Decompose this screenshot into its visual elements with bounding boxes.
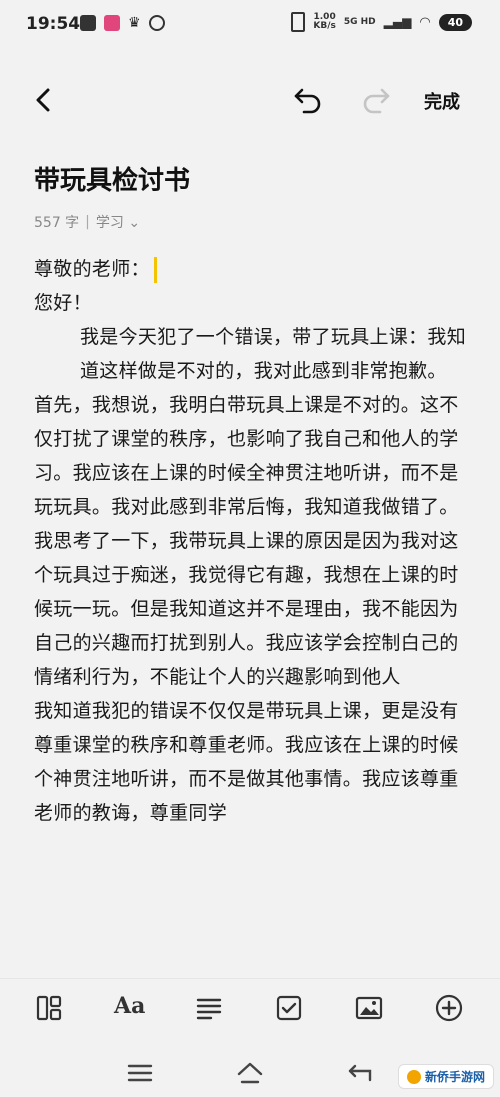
layout-button[interactable] (34, 993, 66, 1025)
signal-icon: ▂▄▆ (383, 15, 412, 29)
home-nav-button[interactable] (235, 1060, 265, 1086)
align-left-icon (196, 998, 222, 1020)
back-nav-button[interactable] (345, 1060, 375, 1086)
notification-icons: ♛ (80, 15, 165, 31)
home-icon (237, 1062, 263, 1084)
insert-more-button[interactable] (434, 993, 466, 1025)
watermark-logo-icon (406, 1069, 421, 1084)
battery-indicator: 40 (438, 13, 472, 31)
editor-toolbar: 完成 (0, 72, 500, 128)
greeting: 您好！ (34, 292, 92, 314)
network-type: 5G HD (343, 16, 376, 27)
font-icon: Aa (114, 993, 146, 1019)
back-arrow-icon (348, 1064, 372, 1082)
back-button[interactable] (28, 84, 60, 116)
word-count: 557 字 (34, 215, 80, 231)
checkbox-icon (276, 995, 302, 1021)
status-time: 19:54 (26, 14, 81, 34)
menu-nav-button[interactable] (125, 1060, 155, 1086)
watermark: 新侨手游网 (397, 1064, 494, 1089)
crown-icon: ♛ (128, 15, 141, 31)
paragraph: 我知道我犯的错误不仅仅是带玩具上课，更是没有尊重课堂的秩序和尊重老师。我应该在上… (34, 700, 459, 824)
text-cursor (153, 256, 157, 283)
image-icon (355, 996, 383, 1020)
vibrate-icon (291, 12, 306, 32)
chevron-left-icon (36, 88, 50, 112)
speed-unit: KB/s (313, 21, 336, 31)
document-meta: 557 字 | 学习 ⌄ (34, 212, 140, 232)
meta-divider: | (85, 214, 90, 230)
watermark-text: 新侨手游网 (424, 1070, 485, 1084)
paragraph-format-button[interactable] (194, 993, 226, 1025)
undo-icon (294, 88, 321, 114)
format-toolbar: Aa (0, 978, 500, 1041)
status-bar: 19:54 ♛ 1.00 KB/s 5G HD ▂▄▆ ◠ 40 (0, 0, 500, 52)
wifi-icon: ◠ (419, 14, 431, 30)
add-circle-icon (435, 994, 463, 1022)
app-notification-icon (104, 15, 120, 31)
system-nav-bar: 新侨手游网 (0, 1048, 500, 1097)
category-selector[interactable]: 学习 ⌄ (96, 212, 140, 232)
status-indicators: 1.00 KB/s 5G HD ▂▄▆ ◠ 40 (291, 12, 472, 32)
menu-icon (127, 1064, 153, 1082)
insert-image-button[interactable] (354, 993, 386, 1025)
message-icon (80, 15, 96, 31)
layout-icon (36, 995, 62, 1021)
done-button[interactable]: 完成 (424, 88, 460, 114)
document-title[interactable]: 带玩具检讨书 (34, 160, 190, 197)
paragraph: 我思考了一下，我带玩具上课的原因是因为我对这个玩具过于痴迷，我觉得它有趣，我想在… (34, 530, 459, 688)
paragraph: 我是今天犯了一个错误，带了玩具上课：我知道这样做是不对的，我对此感到非常抱歉。 (80, 326, 467, 382)
network-speed: 1.00 KB/s (313, 13, 335, 31)
chevron-down-icon: ⌄ (128, 215, 141, 231)
body-line: 尊敬的老师： (34, 252, 474, 286)
paragraph: 首先，我想说，我明白带玩具上课是不对的。这不仅打扰了课堂的秩序，也影响了我自己和… (34, 394, 459, 518)
font-style-button[interactable]: Aa (114, 993, 146, 1025)
redo-icon (363, 88, 390, 114)
category-label: 学习 (95, 215, 124, 231)
undo-button[interactable] (290, 82, 326, 118)
salutation: 尊敬的老师： (34, 258, 150, 280)
checklist-button[interactable] (274, 993, 306, 1025)
redo-button[interactable] (358, 82, 394, 118)
document-body[interactable]: 尊敬的老师： 您好！ 我是今天犯了一个错误，带了玩具上课：我知道这样做是不对的，… (34, 252, 474, 830)
sync-icon (148, 15, 165, 31)
